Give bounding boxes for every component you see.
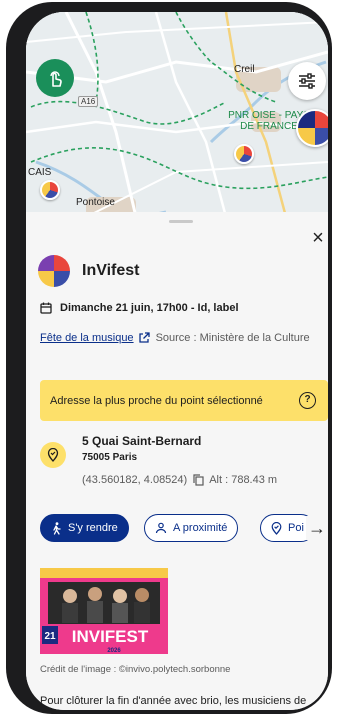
phone-frame: Creil PNR OISE - PAYS DE FRANCE CAIS Pon… — [6, 2, 332, 714]
screen: Creil PNR OISE - PAYS DE FRANCE CAIS Pon… — [26, 12, 328, 710]
map-marker-selected[interactable] — [296, 109, 328, 147]
map-label-cais: CAIS — [28, 167, 52, 178]
svg-text:21: 21 — [44, 631, 56, 642]
arrow-right-icon[interactable]: → — [306, 516, 328, 540]
sliders-icon — [299, 73, 315, 89]
hand-pointer-icon — [50, 71, 62, 87]
map-view[interactable]: Creil PNR OISE - PAYS DE FRANCE CAIS Pon… — [26, 12, 328, 217]
event-logo — [38, 255, 70, 287]
directions-label: S'y rendre — [68, 522, 118, 534]
help-icon[interactable]: ? — [299, 392, 316, 409]
event-image[interactable]: 21 INVIFEST 2026 — [40, 568, 168, 654]
nearby-button[interactable]: A proximité — [144, 514, 239, 542]
action-chips: S'y rendre A proximité Poi → — [40, 514, 328, 544]
external-link-icon[interactable] — [138, 332, 150, 344]
source-link[interactable]: Fête de la musique — [40, 332, 134, 344]
map-label-creil: Creil — [234, 64, 255, 75]
copy-icon[interactable] — [193, 474, 204, 486]
point-label: Poi — [288, 522, 304, 534]
coordinates: (43.560182, 4.08524) — [82, 474, 188, 486]
filter-button[interactable] — [288, 62, 326, 100]
event-header: InVifest — [38, 255, 140, 287]
nearby-label: A proximité — [173, 522, 228, 534]
map-marker[interactable] — [234, 144, 254, 164]
address-street: 5 Quai Saint-Bernard — [82, 434, 202, 448]
map-label-pontoise: Pontoise — [76, 197, 115, 208]
directions-button[interactable]: S'y rendre — [40, 514, 129, 542]
event-poster: 21 INVIFEST 2026 — [40, 568, 168, 654]
gesture-button[interactable] — [36, 59, 74, 97]
altitude: Alt : 788.43 m — [209, 474, 278, 486]
source-text: Source : Ministère de la Culture — [155, 332, 310, 344]
people-icon — [155, 522, 167, 534]
event-title: InVifest — [82, 262, 140, 279]
event-date: Dimanche 21 juin, 17h00 - Id, label — [60, 302, 239, 314]
location-pin-icon — [40, 442, 66, 468]
walking-icon — [53, 521, 61, 535]
svg-text:2026: 2026 — [107, 648, 121, 654]
nearest-address-banner: Adresse la plus proche du point sélectio… — [40, 380, 328, 421]
close-button[interactable]: × — [309, 228, 327, 248]
map-marker[interactable] — [40, 180, 60, 200]
bottom-sheet: × InVifest Dimanche 21 juin, 17h00 - Id,… — [26, 212, 328, 710]
calendar-icon — [40, 302, 52, 314]
event-description: Pour clôturer la fin d'année avec brio, … — [40, 695, 307, 707]
drag-handle[interactable] — [169, 220, 193, 223]
event-date-row: Dimanche 21 juin, 17h00 - Id, label — [40, 302, 239, 314]
event-source: Fête de la musique Source : Ministère de… — [40, 328, 316, 348]
address-city: 75005 Paris — [82, 452, 138, 463]
location-pin-icon — [271, 521, 282, 535]
svg-text:INVIFEST: INVIFEST — [72, 627, 149, 646]
banner-text: Adresse la plus proche du point sélectio… — [50, 394, 263, 407]
coordinates-row: (43.560182, 4.08524) Alt : 788.43 m — [82, 474, 277, 486]
road-shield: A16 — [78, 96, 99, 107]
image-credit: Crédit de l'image : ©invivo.polytech.sor… — [40, 664, 231, 675]
